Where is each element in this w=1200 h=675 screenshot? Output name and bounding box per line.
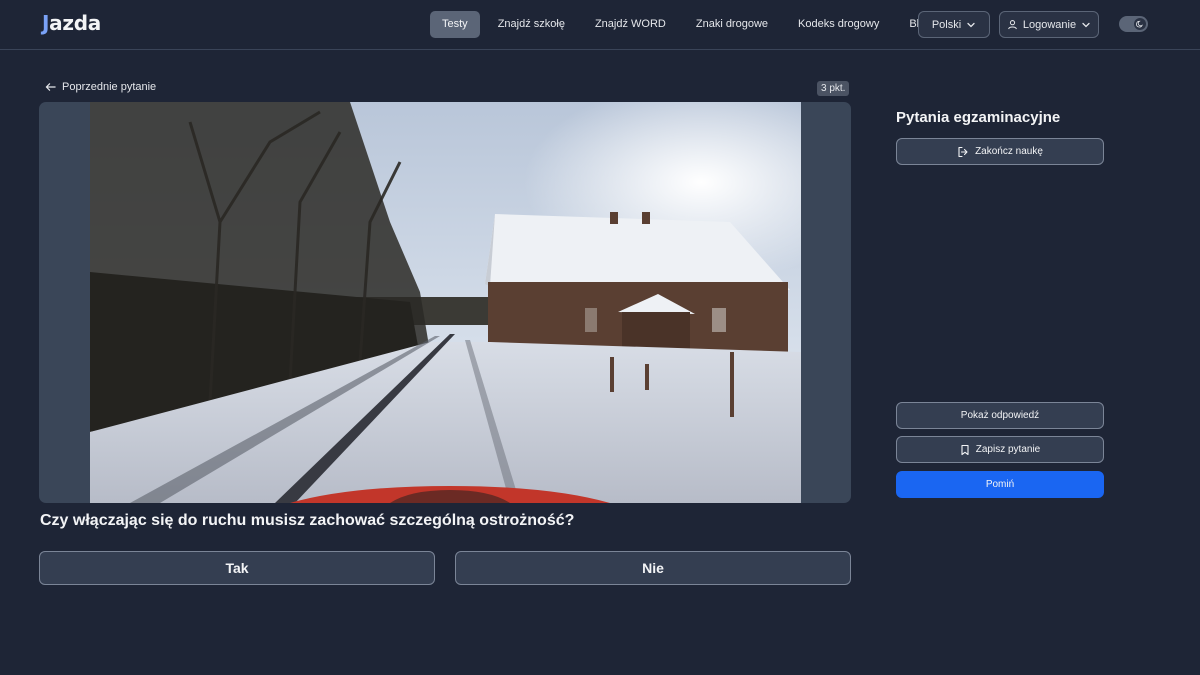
end-study-button[interactable]: Zakończ naukę: [896, 138, 1104, 165]
login-label: Logowanie: [1022, 18, 1077, 31]
language-select[interactable]: Polski: [918, 11, 990, 38]
bookmark-icon: [961, 444, 969, 455]
answer-yes-button[interactable]: Tak: [39, 551, 435, 585]
answer-no-button[interactable]: Nie: [455, 551, 851, 585]
logout-icon: [958, 146, 968, 157]
arrow-left-icon: [45, 83, 56, 91]
nav-item-znaki-drogowe[interactable]: Znaki drogowe: [684, 11, 780, 38]
points-badge: 3 pkt.: [817, 81, 850, 96]
show-answer-button[interactable]: Pokaż odpowiedź: [896, 402, 1104, 429]
show-answer-label: Pokaż odpowiedź: [960, 410, 1040, 421]
skip-label: Pomiń: [985, 479, 1015, 490]
sidebar-title: Pytania egzaminacyjne: [896, 109, 1061, 126]
chevron-down-icon: [1082, 22, 1090, 27]
end-study-label: Zakończ naukę: [975, 146, 1043, 157]
save-question-label: Zapisz pytanie: [975, 444, 1041, 455]
save-question-button[interactable]: Zapisz pytanie: [896, 436, 1104, 463]
chevron-down-icon: [967, 22, 975, 27]
winter-road-scene: [90, 102, 801, 503]
skip-button[interactable]: Pomiń: [896, 471, 1104, 498]
theme-toggle[interactable]: [1119, 16, 1148, 32]
login-button[interactable]: Logowanie: [999, 11, 1099, 38]
top-navbar: Jazda Testy Znajdź szkołę Znajdź WORD Zn…: [0, 0, 1200, 50]
nav-item-znajdz-szkole[interactable]: Znajdź szkołę: [486, 11, 577, 38]
user-icon: [1008, 20, 1017, 30]
nav-item-testy[interactable]: Testy: [430, 11, 480, 38]
logo[interactable]: Jazda: [42, 11, 101, 35]
logo-text: azda: [49, 11, 101, 35]
previous-question-link[interactable]: Poprzednie pytanie: [45, 81, 156, 93]
nav-item-kodeks-drogowy[interactable]: Kodeks drogowy: [786, 11, 891, 38]
previous-question-label: Poprzednie pytanie: [62, 81, 157, 93]
main-nav: Testy Znajdź szkołę Znajdź WORD Znaki dr…: [430, 11, 943, 38]
question-text: Czy włączając się do ruchu musisz zachow…: [40, 512, 575, 529]
question-photo: [90, 102, 801, 503]
language-label: Polski: [931, 18, 962, 31]
moon-icon: [1136, 20, 1143, 28]
question-media: [39, 102, 851, 503]
nav-item-znajdz-word[interactable]: Znajdź WORD: [583, 11, 678, 38]
theme-toggle-knob: [1134, 18, 1146, 30]
